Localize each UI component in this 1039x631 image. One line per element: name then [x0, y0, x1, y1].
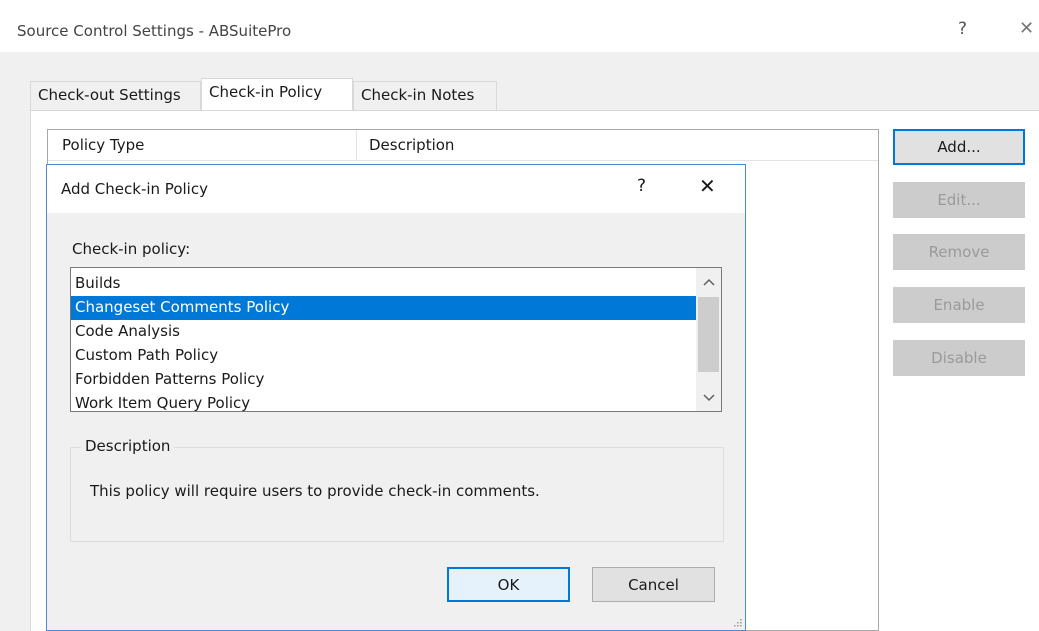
- disable-button[interactable]: Disable: [893, 340, 1025, 376]
- tab-check-out-settings[interactable]: Check-out Settings: [30, 81, 201, 110]
- listbox-scrollbar[interactable]: [696, 268, 721, 411]
- scroll-up-icon[interactable]: [696, 270, 721, 294]
- window-title: Source Control Settings - ABSuitePro: [17, 22, 292, 40]
- description-label: Description: [81, 437, 175, 455]
- list-item-builds[interactable]: Builds: [71, 272, 696, 296]
- dialog-titlebar[interactable]: Add Check-in Policy ? ✕: [47, 165, 745, 213]
- column-header-description[interactable]: Description: [369, 136, 454, 154]
- dialog-title: Add Check-in Policy: [61, 180, 208, 198]
- enable-button[interactable]: Enable: [893, 287, 1025, 323]
- dialog-close-icon[interactable]: ✕: [699, 174, 716, 198]
- cancel-button[interactable]: Cancel: [592, 567, 715, 602]
- window-titlebar: Source Control Settings - ABSuitePro ? ✕: [0, 0, 1039, 52]
- tab-label: Check-out Settings: [38, 86, 181, 104]
- tab-label: Check-in Policy: [209, 83, 323, 101]
- tab-check-in-notes[interactable]: Check-in Notes: [353, 81, 497, 110]
- window-help-icon[interactable]: ?: [958, 19, 967, 39]
- list-item-forbidden-patterns-policy[interactable]: Forbidden Patterns Policy: [71, 368, 696, 392]
- scroll-down-icon[interactable]: [696, 386, 721, 410]
- edit-button[interactable]: Edit...: [893, 182, 1025, 218]
- description-groupbox: Description This policy will require use…: [70, 437, 724, 542]
- ok-button[interactable]: OK: [447, 567, 570, 602]
- list-item-work-item-query-policy[interactable]: Work Item Query Policy: [71, 392, 696, 411]
- policy-list-header: Policy Type Description: [48, 130, 878, 161]
- list-item-custom-path-policy[interactable]: Custom Path Policy: [71, 344, 696, 368]
- tab-label: Check-in Notes: [361, 86, 475, 104]
- tab-check-in-policy[interactable]: Check-in Policy: [201, 78, 353, 110]
- column-header-policy-type[interactable]: Policy Type: [62, 136, 144, 154]
- window-close-icon[interactable]: ✕: [1019, 18, 1034, 39]
- list-item-code-analysis[interactable]: Code Analysis: [71, 320, 696, 344]
- scrollbar-thumb[interactable]: [698, 297, 719, 372]
- column-divider[interactable]: [356, 130, 357, 161]
- add-check-in-policy-dialog: Add Check-in Policy ? ✕ Check-in policy:…: [46, 164, 746, 631]
- list-item-changeset-comments-policy[interactable]: Changeset Comments Policy: [71, 296, 696, 320]
- check-in-policy-listbox[interactable]: Builds Changeset Comments Policy Code An…: [70, 267, 722, 412]
- remove-button[interactable]: Remove: [893, 234, 1025, 270]
- dialog-help-icon[interactable]: ?: [637, 176, 646, 196]
- description-text: This policy will require users to provid…: [90, 482, 540, 500]
- resize-grip-icon[interactable]: [732, 617, 742, 627]
- check-in-policy-label: Check-in policy:: [72, 240, 191, 258]
- add-button[interactable]: Add...: [893, 129, 1025, 165]
